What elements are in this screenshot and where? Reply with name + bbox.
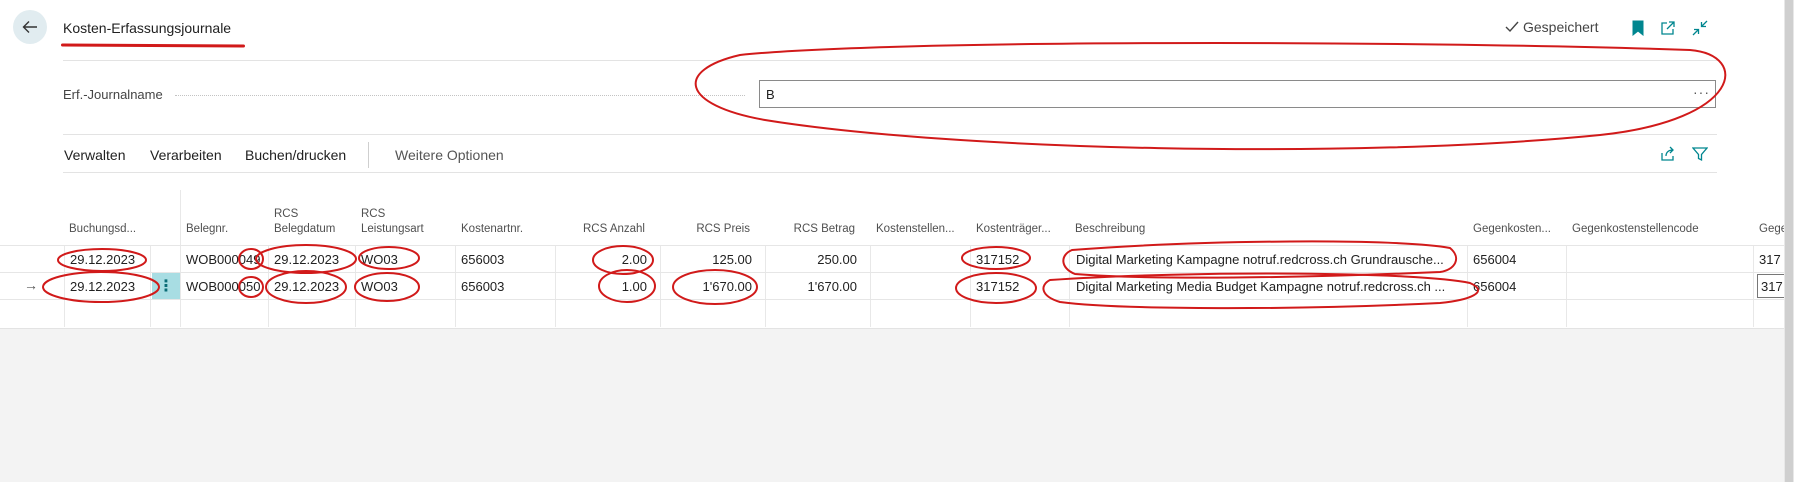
vertical-scrollbar[interactable] xyxy=(1784,0,1794,482)
col-cost-type[interactable]: Kostenartnr. xyxy=(461,222,523,237)
col-bal-cost-center[interactable]: Gegenkostenstellencode xyxy=(1572,222,1699,237)
current-row-arrow-icon: → xyxy=(24,277,38,293)
filter-button[interactable] xyxy=(1690,144,1710,164)
col-rcs-doc-date-line2: Belegdatum xyxy=(274,223,336,235)
cell-bal-cost[interactable]: 656004 xyxy=(1473,252,1516,267)
post-print-menu[interactable]: Buchen/drucken xyxy=(245,147,346,163)
grid-header: Buchungsd... Belegnr. RCS Belegdatum RCS L… xyxy=(0,190,1794,245)
share-button[interactable] xyxy=(1658,144,1678,164)
col-rcs-doc-date[interactable]: RCS Belegdatum xyxy=(274,207,335,237)
col-posting-date[interactable]: Buchungsd... xyxy=(69,222,136,237)
scrollbar-thumb[interactable] xyxy=(1785,0,1793,482)
page: Kosten-Erfassungsjournale Gespeichert Er… xyxy=(0,0,1794,482)
cell-rcs-qty[interactable]: 2.00 xyxy=(555,252,647,267)
collapse-icon xyxy=(1692,20,1708,36)
cell-rcs-doc-date[interactable]: 29.12.2023 xyxy=(274,252,339,267)
action-divider xyxy=(63,172,1717,173)
cell-description[interactable]: Digital Marketing Kampagne notruf.redcro… xyxy=(1076,252,1464,267)
page-title: Kosten-Erfassungsjournale xyxy=(63,20,232,36)
empty-area xyxy=(0,328,1794,482)
cell-rcs-qty[interactable]: 1.00 xyxy=(555,279,647,294)
col-cost-object[interactable]: Kostenträger... xyxy=(976,222,1051,237)
col-bal-more[interactable]: Gege xyxy=(1759,222,1787,237)
cell-rcs-service[interactable]: WO03 xyxy=(361,252,398,267)
col-rcs-amount[interactable]: RCS Betrag xyxy=(765,222,855,237)
col-rcs-doc-date-line1: RCS xyxy=(274,208,299,220)
check-icon xyxy=(1505,21,1519,33)
col-rcs-service-line2: Leistungsart xyxy=(361,223,424,235)
journal-name-lookup-button[interactable]: ··· xyxy=(1693,84,1710,100)
cell-posting-date[interactable]: 29.12.2023 xyxy=(70,279,135,294)
col-rcs-qty[interactable]: RCS Anzahl xyxy=(555,222,645,237)
cell-bal-more[interactable]: 317 xyxy=(1759,252,1781,267)
cell-description[interactable]: Digital Marketing Media Budget Kampagne … xyxy=(1076,279,1464,294)
saved-status: Gespeichert xyxy=(1505,19,1598,35)
cell-cost-type[interactable]: 656003 xyxy=(461,279,504,294)
open-new-window-button[interactable] xyxy=(1658,18,1678,38)
header-divider xyxy=(63,60,1717,61)
title-underline-annotation xyxy=(60,43,246,48)
cell-cost-type[interactable]: 656003 xyxy=(461,252,504,267)
col-rcs-price[interactable]: RCS Preis xyxy=(660,222,750,237)
journal-name-input[interactable] xyxy=(759,80,1716,108)
back-button[interactable] xyxy=(13,10,47,44)
cell-rcs-service[interactable]: WO03 xyxy=(361,279,398,294)
saved-label: Gespeichert xyxy=(1523,19,1599,35)
col-description[interactable]: Beschreibung xyxy=(1075,222,1145,237)
cell-bal-cost[interactable]: 656004 xyxy=(1473,279,1516,294)
cell-posting-date[interactable]: 29.12.2023 xyxy=(70,252,135,267)
table-row-empty[interactable] xyxy=(0,299,1794,326)
cell-doc-no[interactable]: WOB000050 xyxy=(186,279,266,294)
field-leader-dots xyxy=(175,95,745,96)
cell-cost-object[interactable]: 317152 xyxy=(976,252,1019,267)
open-in-new-window-icon xyxy=(1661,21,1675,35)
cell-rcs-price[interactable]: 125.00 xyxy=(660,252,752,267)
share-icon xyxy=(1661,146,1674,161)
col-doc-no[interactable]: Belegnr. xyxy=(186,222,228,237)
col-rcs-service-line1: RCS xyxy=(361,208,386,220)
col-line xyxy=(180,190,181,245)
action-separator xyxy=(368,142,369,168)
cell-doc-no[interactable]: WOB000049 xyxy=(186,252,266,267)
arrow-left-icon xyxy=(22,21,37,33)
col-rcs-service[interactable]: RCS Leistungsart xyxy=(361,207,424,237)
filter-icon xyxy=(1692,147,1708,162)
cell-cost-object[interactable]: 317152 xyxy=(976,279,1019,294)
cell-rcs-doc-date[interactable]: 29.12.2023 xyxy=(274,279,339,294)
row-actions-button[interactable]: ⋮ xyxy=(152,273,180,299)
journal-name-label: Erf.-Journalname xyxy=(63,87,163,102)
table-row-selected[interactable]: → 29.12.2023 ⋮ WOB000050 29.12.2023 WO03… xyxy=(0,272,1794,299)
table-row[interactable]: 29.12.2023 WOB000049 29.12.2023 WO03 656… xyxy=(0,245,1794,272)
manage-menu[interactable]: Verwalten xyxy=(64,147,125,163)
col-bal-cost[interactable]: Gegenkosten... xyxy=(1473,222,1551,237)
bookmark-button[interactable] xyxy=(1628,18,1648,38)
process-menu[interactable]: Verarbeiten xyxy=(150,147,222,163)
more-options-menu[interactable]: Weitere Optionen xyxy=(395,147,504,163)
cell-rcs-amount[interactable]: 1'670.00 xyxy=(765,279,857,294)
field-divider xyxy=(63,134,1717,135)
bookmark-icon xyxy=(1632,20,1644,36)
col-cost-center[interactable]: Kostenstellen... xyxy=(876,222,955,237)
collapse-button[interactable] xyxy=(1690,18,1710,38)
cell-rcs-price[interactable]: 1'670.00 xyxy=(660,279,752,294)
cell-rcs-amount[interactable]: 250.00 xyxy=(765,252,857,267)
